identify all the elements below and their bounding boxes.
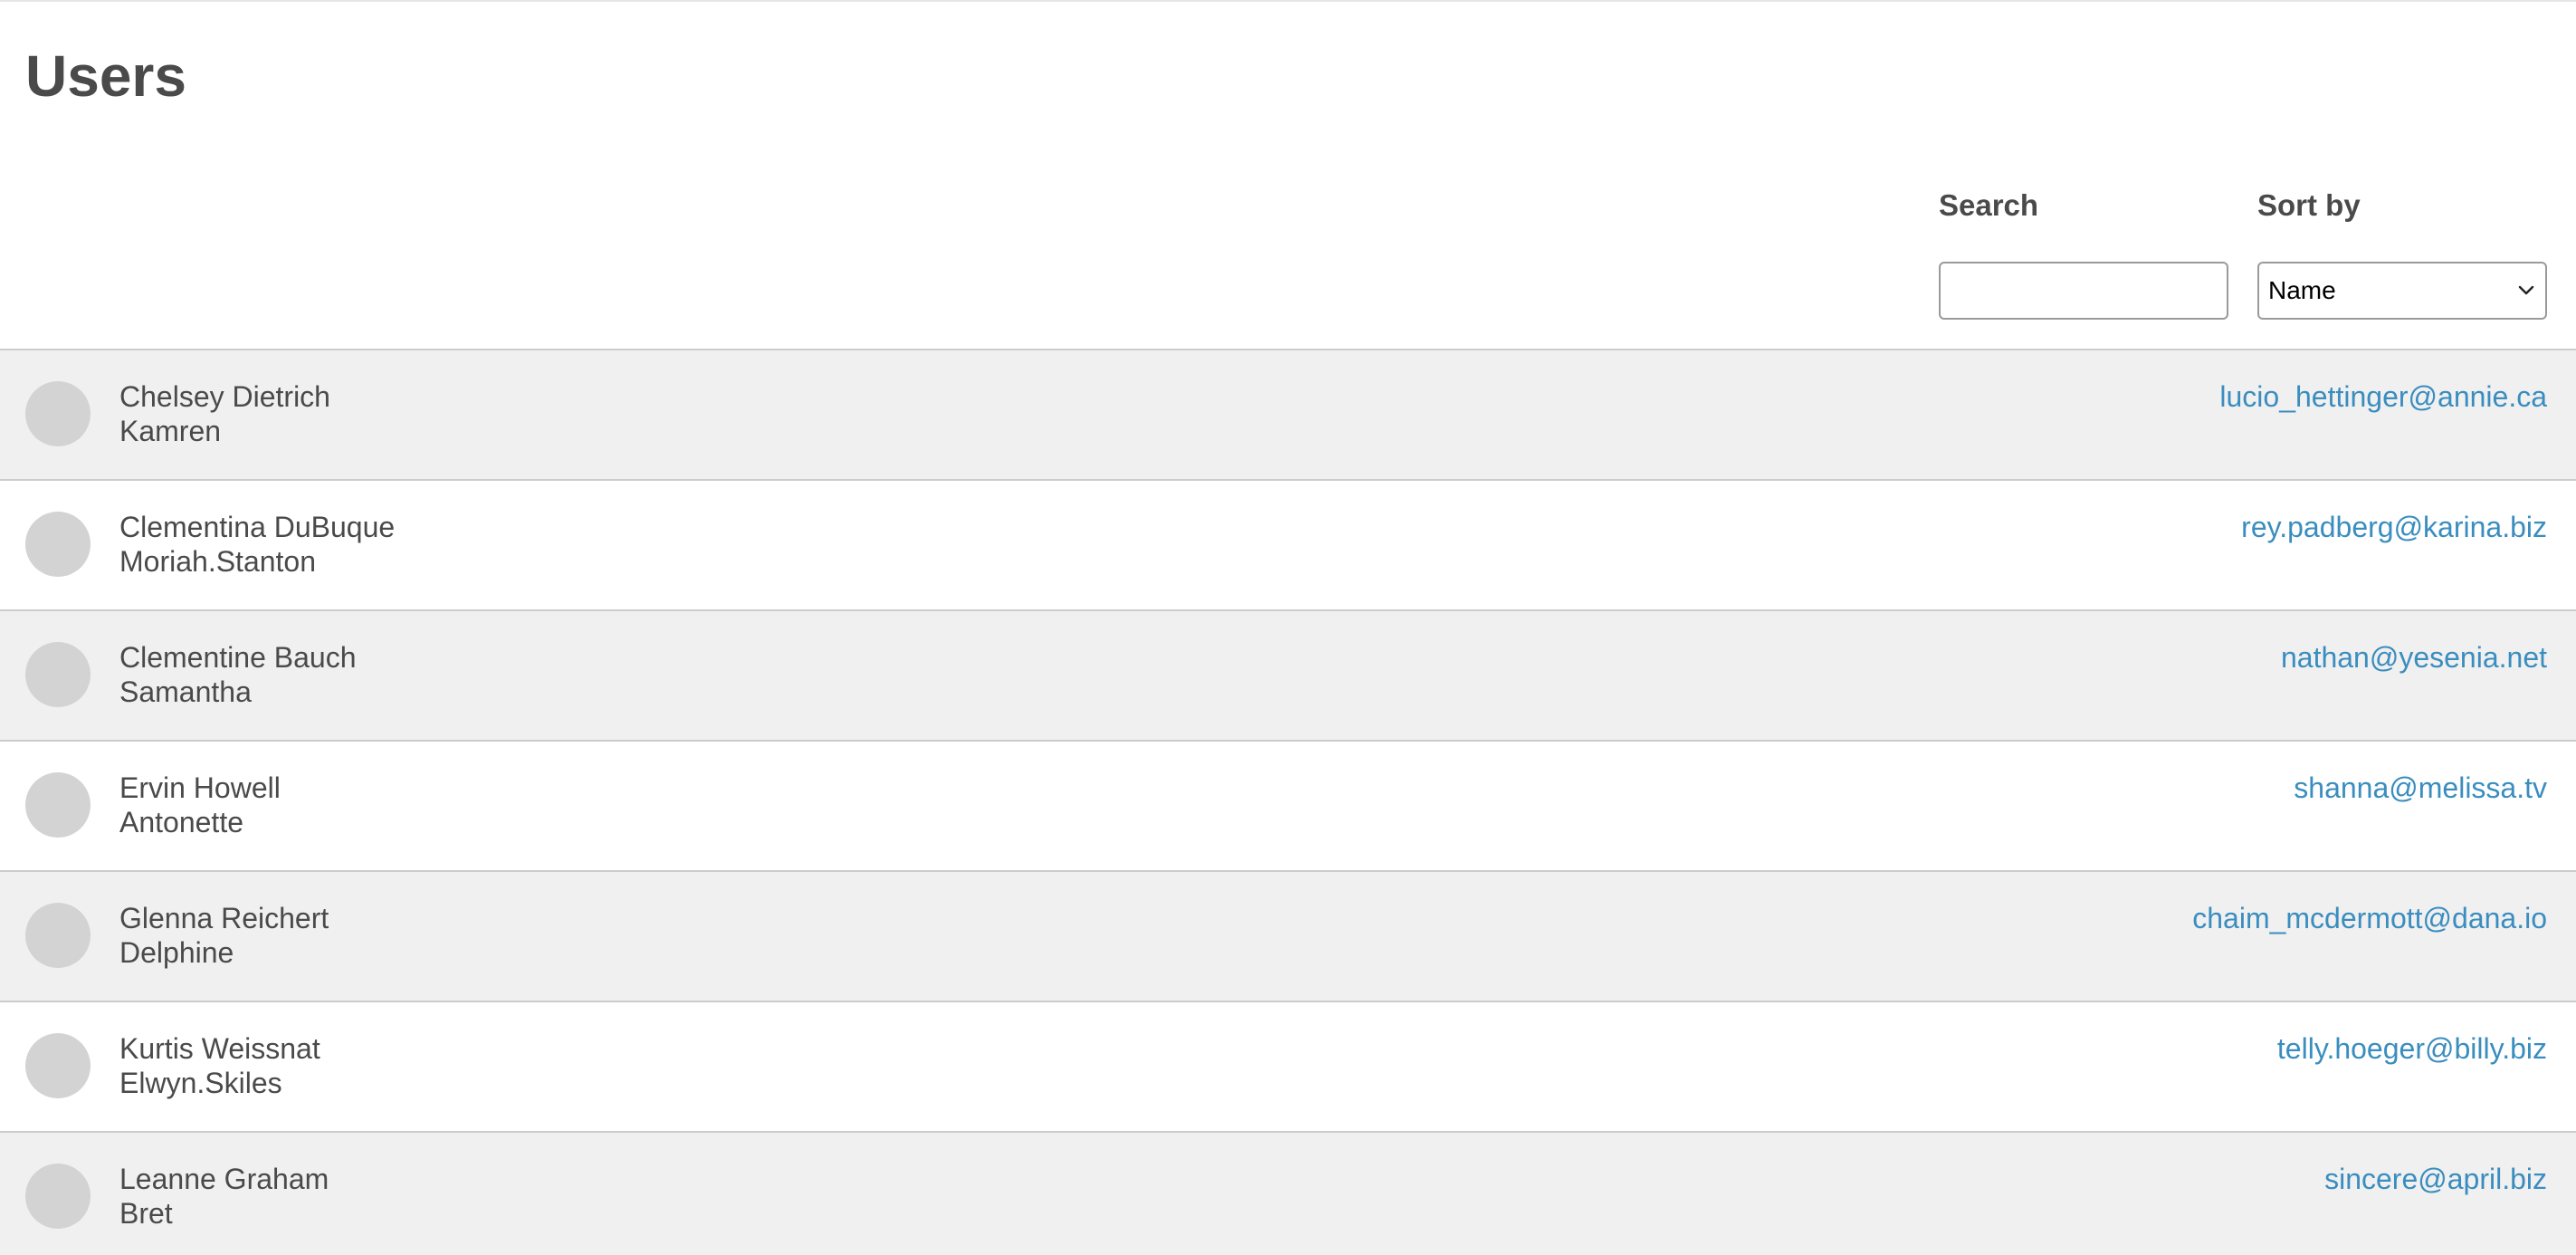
user-list: Chelsey Dietrich Kamren lucio_hettinger@… [0, 349, 2576, 1255]
avatar [25, 772, 91, 838]
user-name: Clementine Bauch [119, 641, 357, 674]
user-name: Chelsey Dietrich [119, 380, 330, 413]
user-email-link[interactable]: chaim_mcdermott@dana.io [2192, 901, 2547, 935]
list-item[interactable]: Clementine Bauch Samantha nathan@yesenia… [0, 611, 2576, 742]
list-item[interactable]: Leanne Graham Bret sincere@april.biz [0, 1133, 2576, 1255]
user-email-link[interactable]: telly.hoeger@billy.biz [2277, 1031, 2547, 1066]
avatar [25, 381, 91, 446]
user-username: Kamren [119, 415, 222, 447]
user-email-link[interactable]: nathan@yesenia.net [2281, 640, 2547, 675]
user-email-link[interactable]: sincere@april.biz [2324, 1162, 2547, 1196]
user-username: Delphine [119, 936, 234, 969]
user-name: Leanne Graham [119, 1163, 329, 1195]
sort-select[interactable]: Name [2257, 262, 2547, 320]
search-input[interactable] [1939, 262, 2228, 320]
search-label: Search [1939, 188, 2039, 222]
avatar [25, 512, 91, 577]
user-email-link[interactable]: lucio_hettinger@annie.ca [2219, 379, 2547, 414]
user-username: Samantha [119, 675, 252, 708]
avatar [25, 903, 91, 968]
list-item[interactable]: Glenna Reichert Delphine chaim_mcdermott… [0, 872, 2576, 1002]
list-item[interactable]: Chelsey Dietrich Kamren lucio_hettinger@… [0, 350, 2576, 481]
avatar [25, 1164, 91, 1229]
user-username: Moriah.Stanton [119, 545, 317, 578]
user-username: Elwyn.Skiles [119, 1067, 282, 1099]
sort-select-value: Name [2268, 276, 2336, 304]
user-name: Clementina DuBuque [119, 511, 396, 543]
list-item[interactable]: Clementina DuBuque Moriah.Stanton rey.pa… [0, 481, 2576, 611]
sort-label: Sort by [2257, 188, 2361, 222]
user-email-link[interactable]: shanna@melissa.tv [2294, 771, 2547, 805]
page-title: Users [25, 43, 186, 109]
user-username: Antonette [119, 806, 243, 838]
avatar [25, 1033, 91, 1098]
user-name: Ervin Howell [119, 771, 281, 804]
user-username: Bret [119, 1197, 173, 1230]
chevron-down-icon [2516, 281, 2536, 301]
avatar [25, 642, 91, 707]
user-name: Kurtis Weissnat [119, 1032, 320, 1065]
list-item[interactable]: Kurtis Weissnat Elwyn.Skiles telly.hoege… [0, 1002, 2576, 1133]
users-page: Users Search Sort by Name Chelsey Dietri… [0, 0, 2576, 1255]
user-name: Glenna Reichert [119, 902, 329, 934]
user-email-link[interactable]: rey.padberg@karina.biz [2241, 510, 2547, 544]
list-item[interactable]: Ervin Howell Antonette shanna@melissa.tv [0, 742, 2576, 872]
